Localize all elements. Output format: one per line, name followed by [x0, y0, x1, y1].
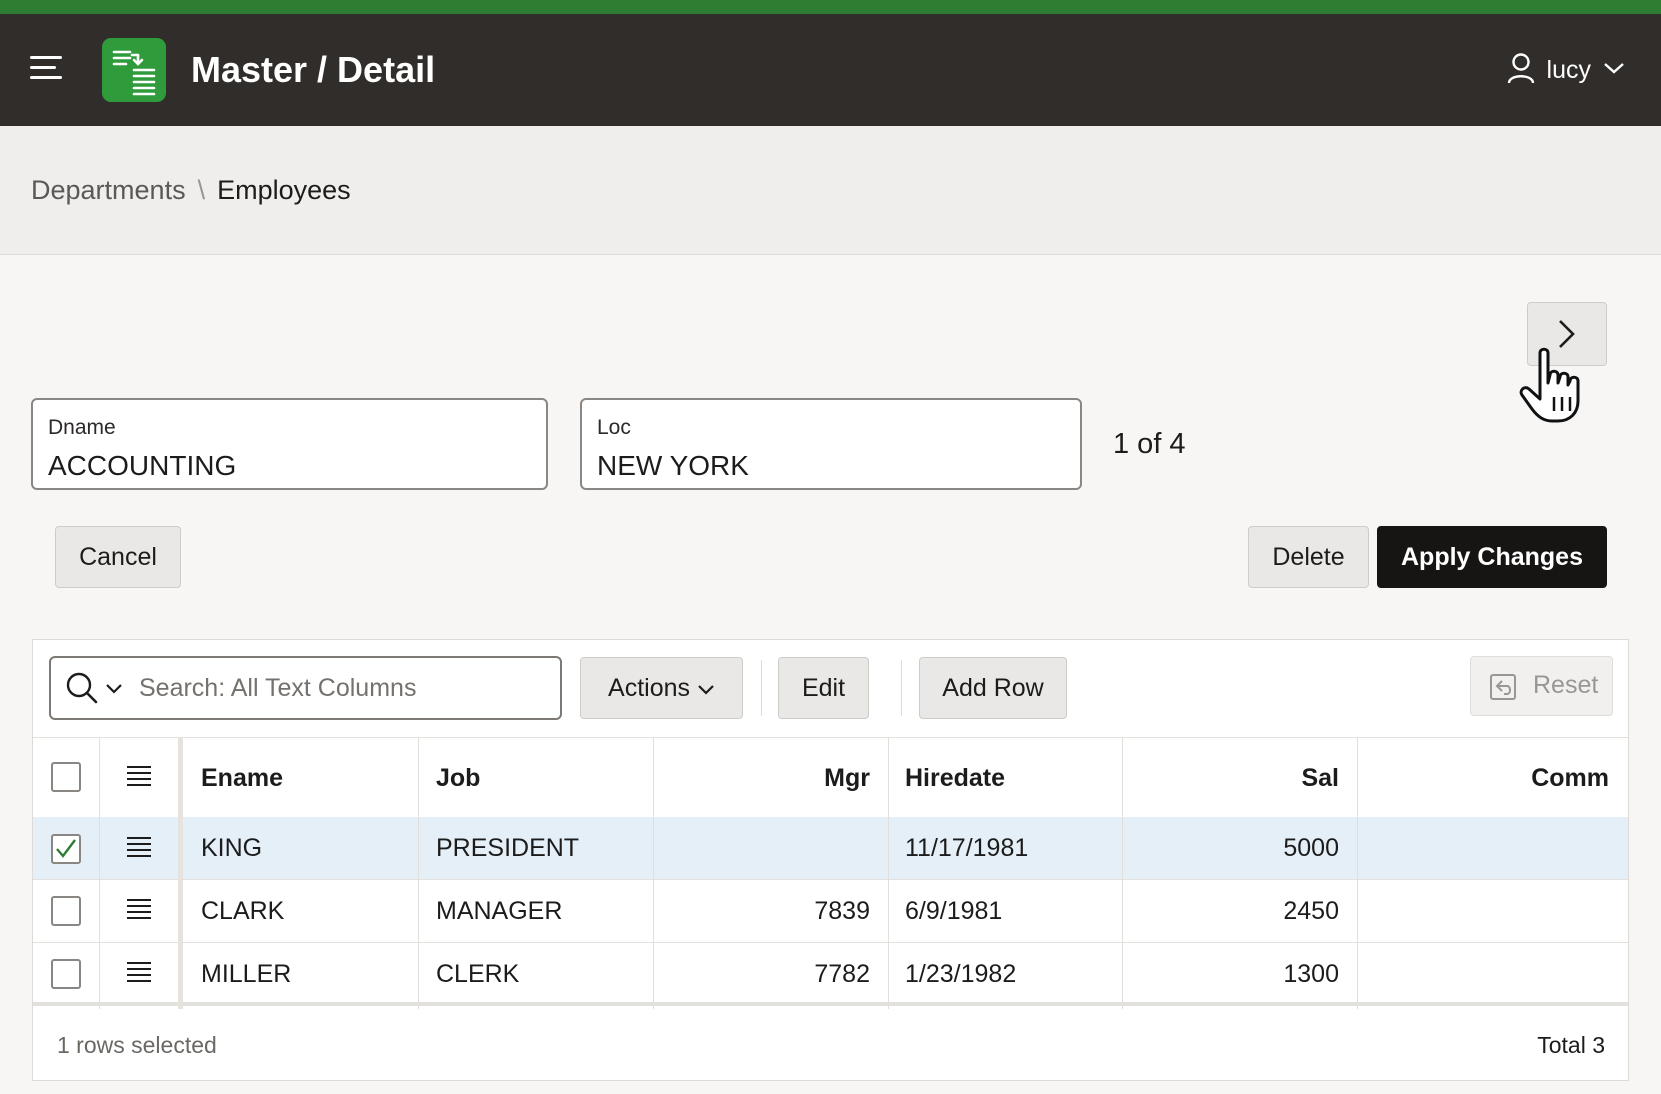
user-menu[interactable]: lucy — [1507, 52, 1625, 88]
frozen-column-divider — [178, 737, 183, 1009]
cell-mgr[interactable]: 7839 — [653, 896, 870, 926]
apply-changes-button[interactable]: Apply Changes — [1377, 526, 1607, 588]
add-row-button[interactable]: Add Row — [919, 657, 1067, 719]
loc-label: Loc — [597, 416, 631, 439]
column-header-job[interactable]: Job — [436, 764, 480, 793]
chevron-down-icon — [697, 674, 715, 702]
breadcrumb-link-departments[interactable]: Departments — [31, 175, 186, 205]
reset-icon — [1489, 672, 1519, 709]
cell-ename[interactable]: KING — [201, 833, 262, 863]
breadcrumb: Departments \ Employees — [31, 170, 351, 210]
row-checkbox[interactable] — [51, 959, 81, 989]
table-row[interactable]: CLARK MANAGER 7839 6/9/1981 2450 — [33, 880, 1628, 943]
breadcrumb-bar: Departments \ Employees — [0, 126, 1661, 255]
toolbar-separator — [761, 660, 762, 716]
rows-selected-status: 1 rows selected — [57, 1032, 217, 1058]
cell-job[interactable]: MANAGER — [436, 896, 562, 926]
cell-hiredate[interactable]: 1/23/1982 — [905, 959, 1016, 989]
total-count: Total 3 — [1537, 1032, 1605, 1058]
column-header-comm[interactable]: Comm — [1357, 764, 1609, 793]
loc-field[interactable]: Loc NEW YORK — [580, 398, 1082, 490]
row-checkbox-checked[interactable] — [51, 834, 81, 864]
table-row[interactable]: MILLER CLERK 7782 1/23/1982 1300 — [33, 943, 1628, 1006]
breadcrumb-separator: \ — [197, 175, 206, 205]
user-icon — [1507, 52, 1535, 89]
cell-sal[interactable]: 5000 — [1122, 833, 1339, 863]
column-divider — [1357, 737, 1358, 1009]
dname-label: Dname — [48, 416, 116, 439]
actions-label: Actions — [608, 674, 691, 702]
column-divider — [653, 737, 654, 1009]
dname-field[interactable]: Dname ACCOUNTING — [31, 398, 548, 490]
cell-sal[interactable]: 1300 — [1122, 959, 1339, 989]
record-pager-text: 1 of 4 — [1113, 428, 1186, 460]
user-name: lucy — [1546, 55, 1591, 84]
actions-menu-button[interactable]: Actions — [580, 657, 743, 719]
cancel-button[interactable]: Cancel — [55, 526, 181, 588]
search-input[interactable]: Search: All Text Columns — [49, 656, 562, 720]
reset-button[interactable]: Reset — [1470, 656, 1613, 716]
table-row[interactable]: KING PRESIDENT 11/17/1981 5000 — [33, 817, 1628, 880]
cell-job[interactable]: CLERK — [436, 959, 519, 989]
cell-sal[interactable]: 2450 — [1122, 896, 1339, 926]
cell-ename[interactable]: MILLER — [201, 959, 291, 989]
dname-value[interactable]: ACCOUNTING — [48, 450, 236, 482]
chevron-down-icon — [1603, 61, 1625, 80]
search-icon[interactable] — [64, 670, 100, 711]
column-divider — [418, 737, 419, 1009]
app-logo-icon — [102, 38, 166, 102]
column-divider — [888, 737, 889, 1009]
cell-hiredate[interactable]: 11/17/1981 — [905, 833, 1028, 863]
brand-accent-stripe — [0, 0, 1661, 14]
row-actions-menu-icon[interactable] — [127, 962, 153, 984]
cell-ename[interactable]: CLARK — [201, 896, 284, 926]
header-menu-icon[interactable] — [127, 766, 153, 788]
cell-mgr[interactable]: 7782 — [653, 959, 870, 989]
row-actions-menu-icon[interactable] — [127, 899, 153, 921]
app-title[interactable]: Master / Detail — [191, 46, 435, 94]
app-header: Master / Detail lucy — [0, 14, 1661, 126]
row-checkbox[interactable] — [51, 896, 81, 926]
row-actions-menu-icon[interactable] — [127, 837, 153, 859]
breadcrumb-current-page: Employees — [217, 175, 351, 205]
column-header-mgr[interactable]: Mgr — [653, 764, 870, 793]
column-header-sal[interactable]: Sal — [1122, 764, 1339, 793]
hand-pointer-cursor-icon — [1519, 347, 1580, 423]
reset-label: Reset — [1533, 671, 1599, 699]
loc-value[interactable]: NEW YORK — [597, 450, 749, 482]
edit-button[interactable]: Edit — [778, 657, 869, 719]
select-all-checkbox[interactable] — [51, 762, 81, 792]
chevron-down-icon[interactable] — [105, 682, 123, 700]
column-header-hiredate[interactable]: Hiredate — [905, 764, 1005, 793]
column-divider — [99, 737, 100, 1009]
hamburger-menu-icon[interactable] — [30, 54, 66, 86]
delete-button[interactable]: Delete — [1248, 526, 1369, 588]
column-divider — [1122, 737, 1123, 1009]
cell-hiredate[interactable]: 6/9/1981 — [905, 896, 1002, 926]
cell-job[interactable]: PRESIDENT — [436, 833, 579, 863]
toolbar-separator — [901, 660, 902, 716]
column-header-ename[interactable]: Ename — [201, 764, 283, 793]
search-placeholder: Search: All Text Columns — [139, 674, 417, 702]
